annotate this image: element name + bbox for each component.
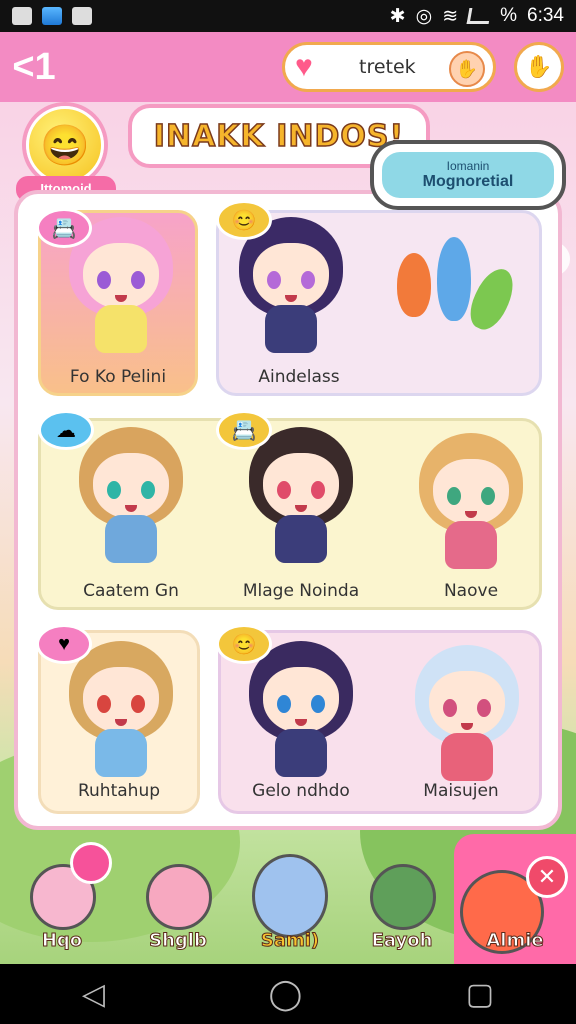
- character-portrait: [61, 641, 181, 791]
- character-portrait: [407, 645, 527, 795]
- character-panel: Fo Ko Pelini 📇 Aindelass 😊 Caatem Gn Mla…: [14, 190, 562, 830]
- character-portrait: [241, 427, 361, 577]
- bottom-nav: Hqo Shglb Sami) Eayoh ✕ Almie: [0, 834, 576, 964]
- search-value: tretek: [359, 56, 416, 78]
- nav-item-hqo[interactable]: Hqo: [12, 834, 112, 964]
- search-hand-icon[interactable]: ✋: [449, 51, 485, 87]
- balloon-icon: [463, 262, 521, 336]
- back-button[interactable]: <1: [12, 45, 56, 89]
- nav-label: Almie: [486, 930, 544, 952]
- wifi-icon: ≋: [442, 5, 459, 27]
- balloon-icon: [397, 253, 431, 317]
- alarm-icon: ◎: [415, 5, 433, 27]
- character-name: Gelo ndhdo: [252, 781, 350, 801]
- file-icon: [72, 7, 92, 25]
- clock: 6:34: [527, 5, 564, 26]
- sun-mascot-icon: 😄: [26, 106, 104, 184]
- battery-text: %: [500, 5, 518, 26]
- character-card[interactable]: Gelo ndhdo Maisujen: [218, 630, 542, 814]
- speech-title: Mognoretial: [422, 173, 514, 190]
- id-card-icon[interactable]: 📇: [216, 410, 272, 450]
- character-name: Ruhtahup: [77, 781, 161, 801]
- nav-item-eayoh[interactable]: Eayoh: [352, 834, 452, 964]
- nav-label: Eayoh: [371, 930, 433, 952]
- system-nav-bar: ◁ ◯ ▢: [0, 964, 576, 1024]
- close-badge-icon[interactable]: ✕: [526, 856, 568, 898]
- nav-label: Hqo: [41, 930, 83, 952]
- system-home-icon[interactable]: ◯: [269, 977, 303, 1012]
- system-back-icon[interactable]: ◁: [82, 977, 105, 1012]
- frog-icon: [370, 864, 436, 930]
- character-card[interactable]: Caatem Gn Mlage Noinda Naove: [38, 418, 542, 610]
- character-name: Maisujen: [423, 781, 499, 801]
- notification-icon: [12, 7, 32, 25]
- character-name: Mlage Noinda: [242, 581, 360, 601]
- id-card-icon[interactable]: 📇: [36, 208, 92, 248]
- character-name: Naove: [443, 581, 499, 601]
- home-app-icon: [42, 7, 62, 25]
- balloon-icon: [70, 842, 112, 884]
- balloon-icon: [437, 237, 471, 321]
- signal-icon: [466, 8, 492, 24]
- bluetooth-icon: ✱: [389, 5, 406, 27]
- mascot-badge[interactable]: 😄 Ittomoid: [12, 100, 120, 202]
- character-name: Caatem Gn: [83, 581, 179, 601]
- heart-tag-icon[interactable]: ♥: [36, 624, 92, 664]
- character-name: Aindelass: [258, 367, 340, 387]
- nav-label: Sami): [260, 930, 320, 952]
- page-title: INAKK INDOS!: [153, 118, 405, 155]
- nav-label: Shglb: [149, 930, 208, 952]
- cloud-icon[interactable]: ☁: [38, 410, 94, 450]
- speech-bubble[interactable]: Iomanin Mognoretial: [370, 140, 566, 210]
- character-portrait: [71, 427, 191, 577]
- speech-subtitle: Iomanin: [446, 159, 490, 173]
- character-name: Fo Ko Pelini: [69, 367, 167, 387]
- bunny-icon: [252, 854, 328, 938]
- nav-item-shglb[interactable]: Shglb: [128, 834, 228, 964]
- character-portrait: [241, 641, 361, 791]
- nav-item-almie[interactable]: ✕ Almie: [454, 834, 576, 964]
- search-field[interactable]: ♥ tretek ✋: [282, 42, 496, 92]
- status-bar: ✱ ◎ ≋ % 6:34: [0, 0, 576, 32]
- settings-hand-icon[interactable]: ✋: [514, 42, 564, 92]
- system-recents-icon[interactable]: ▢: [466, 977, 494, 1012]
- smile-icon[interactable]: 😊: [216, 624, 272, 664]
- top-bar: <1 ♥ tretek ✋ ✋: [0, 32, 576, 102]
- smile-icon[interactable]: 😊: [216, 200, 272, 240]
- heart-icon: ♥: [295, 50, 313, 83]
- bear-icon: [146, 864, 212, 930]
- character-card[interactable]: Aindelass: [216, 210, 542, 396]
- character-portrait: [411, 433, 531, 583]
- nav-item-sami[interactable]: Sami): [240, 834, 340, 964]
